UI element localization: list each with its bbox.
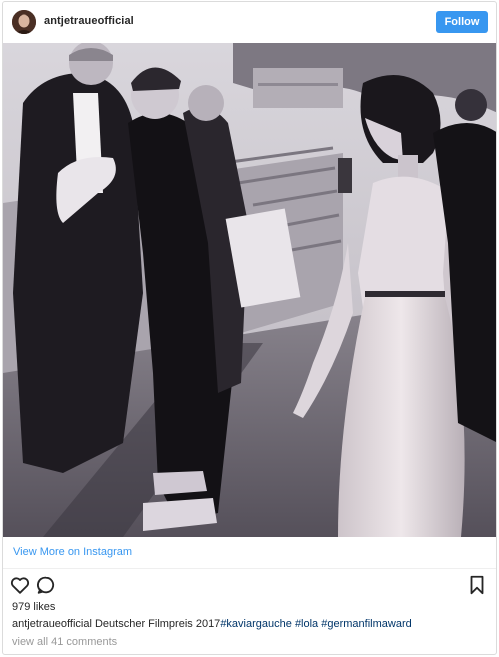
view-more-on-instagram-link[interactable]: View More on Instagram [13,546,132,558]
post-header: antjetraueofficial Follow [3,2,496,44]
view-all-comments-link[interactable]: view all 41 comments [12,636,117,648]
username-link[interactable]: antjetraueofficial [44,15,134,27]
action-bar [3,572,496,598]
follow-button[interactable]: Follow [436,11,488,33]
caption: antjetraueofficial Deutscher Filmpreis 2… [12,618,412,630]
post-photo[interactable] [3,43,496,537]
comment-icon[interactable] [35,574,57,596]
avatar[interactable] [12,10,36,34]
divider [3,568,496,569]
hashtag-link[interactable]: #lola [295,618,318,630]
hashtag-link[interactable]: #germanfilmaward [321,618,411,630]
caption-text: Deutscher Filmpreis 2017 [94,618,221,630]
bookmark-icon[interactable] [466,574,488,596]
instagram-embed-card: antjetraueofficial Follow View More on I… [2,1,497,655]
caption-username[interactable]: antjetraueofficial [12,618,92,630]
like-count[interactable]: 979 likes [12,601,55,613]
hashtag-link[interactable]: #kaviargauche [220,618,292,630]
heart-icon[interactable] [9,574,31,596]
